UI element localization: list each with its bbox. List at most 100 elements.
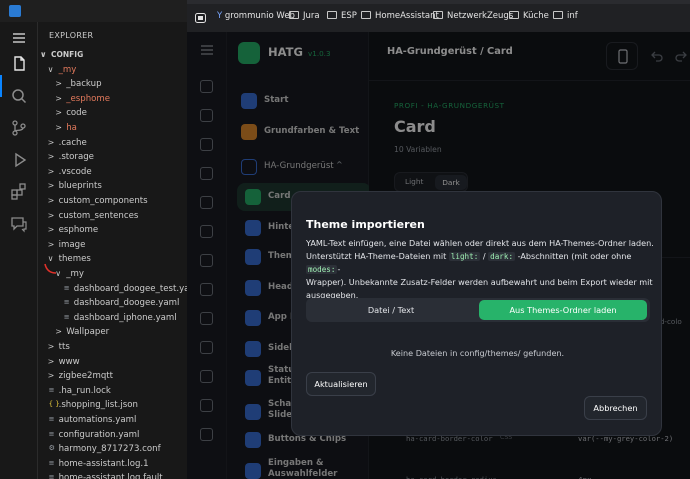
tree-folder-item[interactable]: > image — [38, 239, 187, 254]
code-dark: dark: — [488, 252, 516, 261]
tree-item-label: automations.yaml — [58, 415, 137, 425]
tree-item-label: configuration.yaml — [58, 429, 140, 440]
desc-text-c: - — [337, 264, 341, 274]
chevron-right-icon: > — [47, 152, 55, 162]
tree-folder-item[interactable]: > ha — [38, 122, 187, 137]
refresh-button[interactable]: Aktualisieren — [306, 372, 376, 396]
tree-folder-item[interactable]: ∨ _my — [38, 268, 187, 283]
tree-folder-item[interactable]: > .storage — [38, 151, 187, 166]
tree-item-label: ha — [66, 123, 77, 133]
tree-folder-item[interactable]: > _backup — [38, 78, 187, 93]
tree-file-item[interactable]: ≡ dashboard_doogee.yaml — [38, 297, 187, 312]
bookmark-label: Jura — [303, 11, 320, 21]
chat-icon[interactable] — [9, 214, 29, 234]
tree-folder-item[interactable]: > .cache — [38, 137, 187, 152]
tree-folder-item[interactable]: > zigbee2mqtt — [38, 370, 187, 385]
bookmark-item[interactable]: inf — [553, 11, 578, 25]
chevron-right-icon: > — [47, 166, 55, 176]
desc-text-b: -Abschnitten (mit oder ohne — [517, 251, 632, 261]
tree-file-item[interactable]: ≡ home-assistant.log.fault — [38, 472, 187, 479]
screen: EXPLORER ∨ CONFIG ∨ _my > _backup > _esphome > co… — [0, 0, 690, 479]
extensions-icon[interactable] — [9, 182, 29, 202]
explorer-panel: EXPLORER ∨ CONFIG ∨ _my > _backup > _esphome > co… — [38, 22, 187, 479]
tree-folder-item[interactable]: > tts — [38, 341, 187, 356]
tree-file-item[interactable]: ≡ automations.yaml — [38, 414, 187, 429]
tree-item-label: custom_sentences — [58, 210, 139, 221]
chevron-right-icon: > — [55, 108, 62, 118]
tree-folder-item[interactable]: > .vscode — [38, 166, 187, 181]
chevron-right-icon: > — [55, 93, 62, 103]
grommunio-icon: Y — [217, 11, 225, 21]
vscode-titlebar — [0, 0, 187, 22]
bookmark-item[interactable]: HomeAssistant — [361, 11, 439, 25]
tree-folder-item[interactable]: > blueprints — [38, 180, 187, 195]
tree-file-item[interactable]: ≡dashboard_doogee_test.yaml — [38, 283, 187, 298]
tree-folder-item[interactable]: > www — [38, 356, 187, 371]
bookmark-item[interactable]: Jura — [289, 11, 320, 25]
tree-folder-item[interactable]: ∨ CONFIG — [38, 49, 187, 64]
tree-file-item[interactable]: ≡ home-assistant.log.1 — [38, 458, 187, 473]
tree-item-label: esphome — [58, 225, 99, 236]
chevron-right-icon: > — [55, 79, 62, 89]
tree-folder-item[interactable]: > _esphome — [38, 93, 187, 108]
modal-title: Theme importieren — [306, 218, 425, 231]
chevron-right-icon: > — [47, 210, 55, 220]
cancel-button[interactable]: Abbrechen — [584, 396, 647, 420]
folder-icon — [361, 11, 371, 19]
folder-icon — [553, 11, 563, 19]
tree-item-label: home-assistant.log.1 — [58, 458, 149, 469]
tree-item-label: .vscode — [58, 166, 92, 177]
tab-themes-folder[interactable]: Aus Themes-Ordner laden — [479, 300, 647, 320]
tree-file-item[interactable]: ≡ .ha_run.lock — [38, 385, 187, 400]
tree-item-label: image — [58, 239, 86, 250]
bookmarks-bar: Y grommunio Web Jura ESP HomeAssistant Netzw… — [187, 0, 690, 32]
hamburger-menu-icon[interactable] — [9, 28, 29, 48]
file-icon: ≡ — [63, 312, 70, 321]
bookmark-item[interactable]: Y grommunio Web — [217, 11, 295, 25]
tree-item-label: blueprints — [58, 181, 102, 192]
bookmark-item[interactable]: Küche — [509, 11, 549, 25]
bookmark-label: grommunio Web — [224, 11, 295, 21]
tree-folder-item[interactable]: > Wallpaper — [38, 326, 187, 341]
tree-item-label: .shopping_list.json — [58, 400, 138, 411]
explorer-files-icon[interactable] — [9, 54, 29, 74]
tree-folder-item[interactable]: > custom_components — [38, 195, 187, 210]
tab-file-text[interactable]: Datei / Text — [306, 298, 476, 322]
modal-description: YAML-Text einfügen, eine Datei wählen od… — [306, 237, 654, 302]
tree-item-label: dashboard_doogee_test.yaml — [73, 283, 187, 294]
tree-item-label: code — [66, 108, 87, 119]
tree-folder-item[interactable]: ∨ themes — [38, 253, 187, 268]
file-icon: ≡ — [63, 283, 70, 292]
chevron-right-icon: > — [47, 342, 55, 351]
tree-item-label: www — [58, 356, 80, 367]
tree-file-item[interactable]: { } .shopping_list.json — [38, 399, 187, 414]
search-icon[interactable] — [9, 86, 29, 106]
tree-file-item[interactable]: ≡ configuration.yaml — [38, 429, 187, 444]
tree-item-label: _esphome — [66, 93, 111, 104]
tree-item-label: themes — [58, 254, 91, 265]
tree-file-item[interactable]: ⚙ harmony_8717273.conf — [38, 443, 187, 458]
chevron-right-icon: > — [47, 239, 55, 249]
bookmark-item[interactable]: ESP — [327, 11, 357, 25]
bookmark-item[interactable]: NetzwerkZeugs — [433, 11, 513, 25]
apps-icon[interactable] — [195, 13, 206, 23]
bookmark-label: inf — [567, 11, 578, 21]
file-icon: ≡ — [63, 298, 70, 307]
tree-folder-item[interactable]: > custom_sentences — [38, 210, 187, 225]
source-control-icon[interactable] — [9, 118, 29, 138]
tab-strip — [187, 0, 690, 4]
tree-folder-item[interactable]: ∨ _my — [38, 64, 187, 79]
tree-folder-item[interactable]: > esphome — [38, 224, 187, 239]
empty-state-message: Keine Dateien in config/themes/ gefunden… — [390, 348, 565, 358]
tree-item-label: _my — [58, 64, 77, 75]
chevron-right-icon: > — [55, 123, 62, 132]
tree-item-label: dashboard_iphone.yaml — [73, 312, 177, 323]
run-debug-icon[interactable] — [9, 150, 29, 170]
activity-active-indicator — [0, 75, 2, 97]
tree-folder-item[interactable]: > code — [38, 107, 187, 122]
tree-file-item[interactable]: ≡ dashboard_iphone.yaml — [38, 312, 187, 327]
bookmark-label: NetzwerkZeugs — [447, 11, 514, 21]
explorer-title: EXPLORER — [49, 31, 94, 40]
folder-icon — [433, 11, 443, 19]
chevron-right-icon: > — [55, 327, 62, 337]
